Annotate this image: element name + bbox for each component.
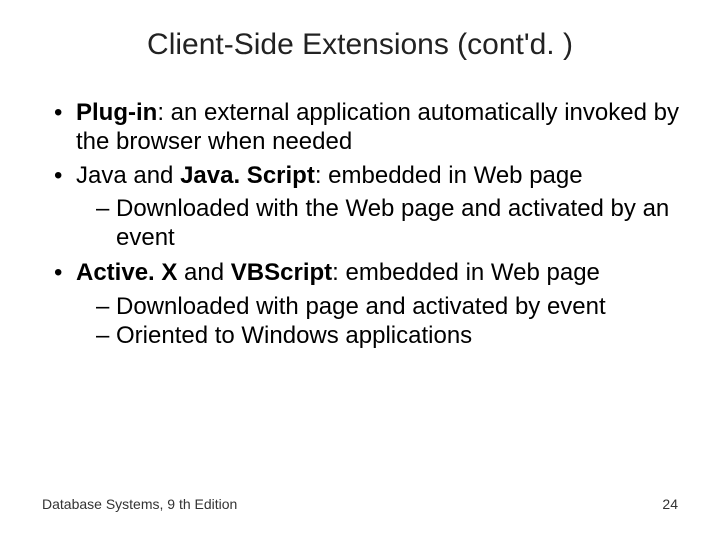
bullet-item: Java and Java. Script: embedded in Web p… (40, 161, 680, 253)
bullet-text: Java and (76, 162, 180, 189)
footer-source: Database Systems, 9 th Edition (42, 496, 237, 512)
bullet-item: Active. X and VBScript: embedded in Web … (40, 258, 680, 350)
sub-item: Downloaded with page and activated by ev… (76, 292, 680, 321)
bullet-text: : an external application automatically … (76, 99, 679, 155)
bold-term: VBScript (231, 259, 332, 286)
bold-term: Java. Script (180, 162, 315, 189)
sub-item: Downloaded with the Web page and activat… (76, 194, 680, 253)
slide-title: Client-Side Extensions (cont'd. ) (40, 28, 680, 62)
sub-list: Downloaded with page and activated by ev… (76, 292, 680, 351)
sub-item: Oriented to Windows applications (76, 321, 680, 350)
bullet-item: Plug-in: an external application automat… (40, 98, 680, 157)
bold-term: Plug-in (76, 99, 157, 126)
bullet-list: Plug-in: an external application automat… (40, 98, 680, 350)
page-number: 24 (662, 496, 678, 512)
sub-list: Downloaded with the Web page and activat… (76, 194, 680, 253)
bullet-text: : embedded in Web page (332, 259, 600, 286)
bold-term: Active. X (76, 259, 177, 286)
bullet-text: : embedded in Web page (315, 162, 583, 189)
bullet-text: and (177, 259, 230, 286)
slide: Client-Side Extensions (cont'd. ) Plug-i… (0, 0, 720, 540)
